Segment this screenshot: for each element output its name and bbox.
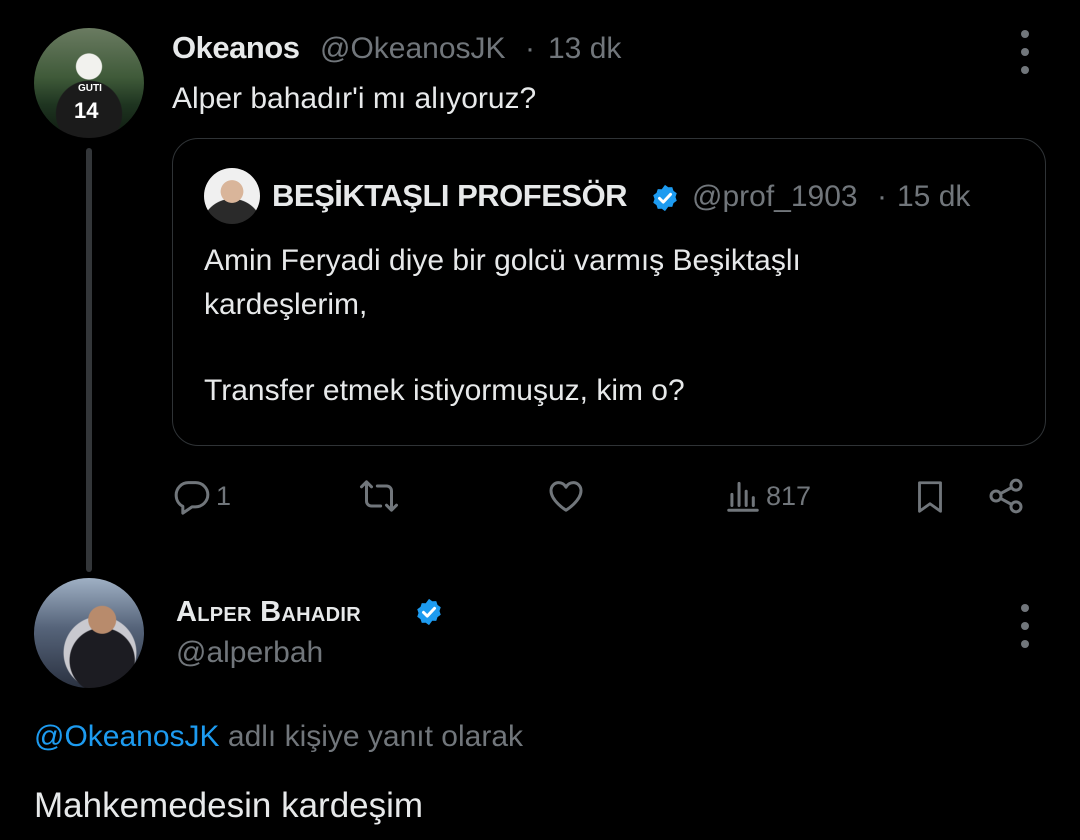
views-count: 817 <box>766 480 812 511</box>
like-icon <box>549 481 583 512</box>
views-icon <box>727 481 759 512</box>
share-button[interactable] <box>986 476 1026 516</box>
quoted-author-avatar[interactable] <box>204 168 260 224</box>
quoted-tweet-text-line: Transfer etmek istiyormuşuz, kim o? <box>204 374 685 407</box>
quoted-tweet-timestamp[interactable]: 15 dk <box>897 180 970 214</box>
more-icon[interactable] <box>1020 30 1030 74</box>
bookmark-button[interactable] <box>912 476 948 518</box>
quoted-author-name[interactable]: BEŞİKTAŞLI PROFESÖR <box>272 178 628 214</box>
thread-line <box>86 148 92 572</box>
reply-button[interactable]: 1 <box>172 476 231 516</box>
bookmark-icon <box>918 481 942 513</box>
quoted-tweet-text-line: Amin Feryadi diye bir golcü varmış Beşik… <box>204 244 801 277</box>
views-button[interactable]: 817 <box>724 476 811 516</box>
separator-dot: · <box>877 180 887 213</box>
tweet-timestamp[interactable]: 13 dk <box>548 32 621 66</box>
reply-author-name[interactable]: Alper Bahadır <box>176 596 361 629</box>
replying-to-line: @OkeanosJK adlı kişiye yanıt olarak <box>34 720 523 754</box>
reply-icon <box>174 481 210 515</box>
alper-bahadir-avatar[interactable] <box>34 578 144 688</box>
avatar-jersey-name: GUTI <box>78 83 102 94</box>
avatar-jersey-number: 14 <box>74 98 99 123</box>
okeanos-avatar[interactable]: GUTI 14 <box>34 28 144 138</box>
reply-author-handle[interactable]: @alperbah <box>176 636 323 670</box>
verified-icon <box>653 184 677 212</box>
separator-dot: · <box>525 32 535 65</box>
more-icon[interactable] <box>1020 604 1030 648</box>
reply-text: Mahkemedesin kardeşim <box>34 786 424 825</box>
tweet-author-name[interactable]: Okeanos <box>172 30 300 66</box>
like-button[interactable] <box>546 476 586 516</box>
replying-to-suffix: adlı kişiye yanıt olarak <box>219 720 524 753</box>
verified-icon <box>417 598 441 626</box>
reply-count: 1 <box>216 480 232 511</box>
retweet-icon <box>360 480 398 512</box>
quoted-author-handle[interactable]: @prof_1903 <box>692 180 858 214</box>
retweet-button[interactable] <box>356 476 402 516</box>
tweet-text: Alper bahadır'i mı alıyoruz? <box>172 82 537 115</box>
quoted-tweet-text-line: kardeşlerim, <box>204 288 368 321</box>
reply-mention-link[interactable]: @OkeanosJK <box>34 720 220 753</box>
tweet-author-handle[interactable]: @OkeanosJK <box>320 32 506 66</box>
share-icon <box>989 478 1023 514</box>
